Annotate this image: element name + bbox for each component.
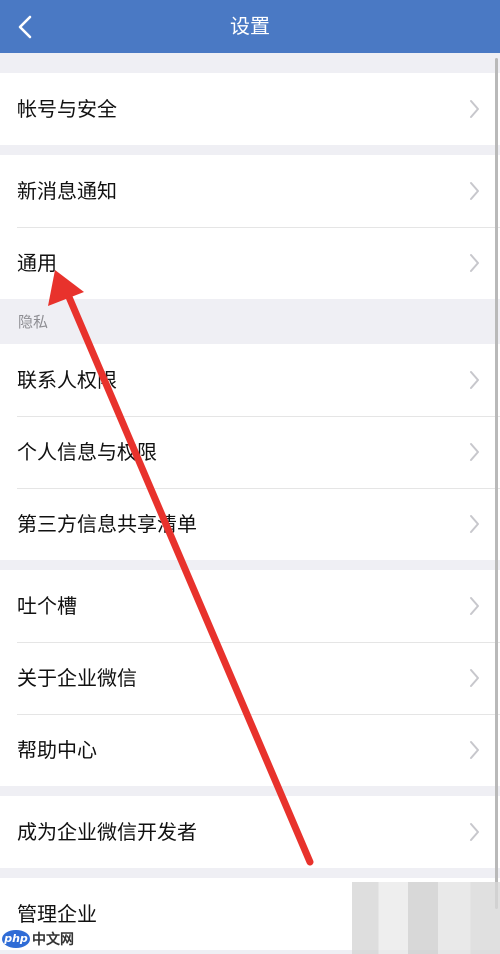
group-gap: [0, 560, 500, 570]
group-account: 帐号与安全: [0, 73, 500, 145]
row-label: 通用: [17, 251, 57, 275]
group-gap: [0, 868, 500, 878]
settings-row-account-security[interactable]: 帐号与安全: [0, 73, 500, 145]
chevron-right-icon: [470, 515, 479, 533]
chevron-right-icon: [470, 741, 479, 759]
watermark-text: 中文网: [32, 932, 74, 948]
group-support: 吐个槽 关于企业微信 帮助中心: [0, 570, 500, 786]
watermark-logo: php: [2, 930, 30, 948]
settings-row-about[interactable]: 关于企业微信: [0, 642, 500, 714]
settings-row-new-message-notification[interactable]: 新消息通知: [0, 155, 500, 227]
scrollbar[interactable]: [495, 58, 498, 909]
settings-row-become-developer[interactable]: 成为企业微信开发者: [0, 796, 500, 868]
chevron-right-icon: [470, 597, 479, 615]
page-title: 设置: [230, 14, 270, 38]
row-label: 帐号与安全: [17, 97, 117, 121]
row-label: 第三方信息共享清单: [17, 512, 197, 536]
settings-row-personal-info-permissions[interactable]: 个人信息与权限: [0, 416, 500, 488]
settings-row-help-center[interactable]: 帮助中心: [0, 714, 500, 786]
chevron-right-icon: [470, 371, 479, 389]
row-label: 新消息通知: [17, 179, 117, 203]
section-header-label: 隐私: [18, 313, 49, 331]
group-notifications: 新消息通知 通用: [0, 155, 500, 299]
group-privacy: 联系人权限 个人信息与权限 第三方信息共享清单: [0, 344, 500, 560]
row-label: 吐个槽: [17, 594, 77, 618]
watermark: php 中文网: [2, 926, 74, 952]
settings-row-contact-permissions[interactable]: 联系人权限: [0, 344, 500, 416]
row-label: 个人信息与权限: [17, 440, 157, 464]
navigation-bar: 设置: [0, 0, 500, 53]
settings-list[interactable]: 帐号与安全 新消息通知 通用 隐私 联系人权限 个人信息与权限 第三方信息共享清…: [0, 53, 500, 954]
chevron-right-icon: [470, 443, 479, 461]
settings-row-third-party-sharing-list[interactable]: 第三方信息共享清单: [0, 488, 500, 560]
group-developer: 成为企业微信开发者: [0, 796, 500, 868]
blurred-region: [352, 882, 500, 954]
row-label: 联系人权限: [17, 368, 117, 392]
row-label: 帮助中心: [17, 738, 97, 762]
settings-row-feedback[interactable]: 吐个槽: [0, 570, 500, 642]
section-header-privacy: 隐私: [0, 299, 500, 344]
chevron-right-icon: [470, 182, 479, 200]
row-label: 关于企业微信: [17, 666, 137, 690]
settings-row-general[interactable]: 通用: [0, 227, 500, 299]
chevron-right-icon: [470, 669, 479, 687]
group-gap: [0, 145, 500, 155]
chevron-right-icon: [470, 100, 479, 118]
row-label: 成为企业微信开发者: [17, 820, 197, 844]
chevron-right-icon: [470, 823, 479, 841]
chevron-right-icon: [470, 254, 479, 272]
group-gap: [0, 786, 500, 796]
group-gap: [0, 53, 500, 73]
